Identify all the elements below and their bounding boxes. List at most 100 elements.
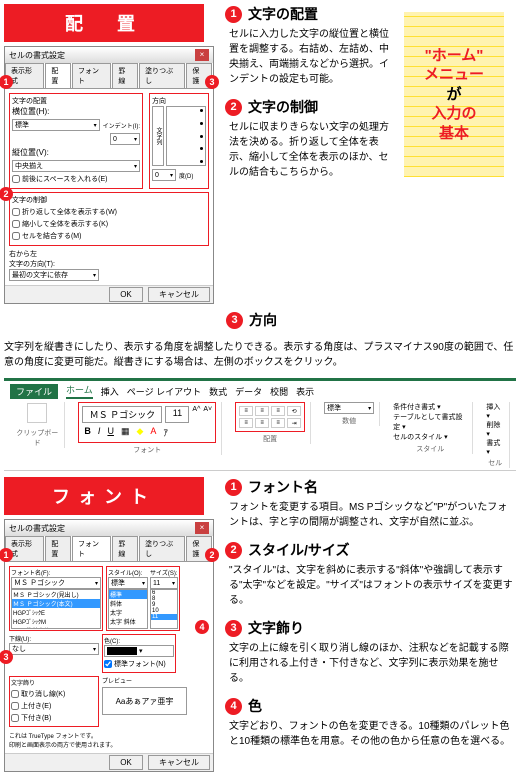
paste-icon[interactable] [27, 403, 47, 423]
degree-spin[interactable]: 0 [152, 169, 176, 181]
tab2-align[interactable]: 配置 [45, 536, 71, 561]
desc2-title: 文字の制御 [248, 97, 318, 117]
ribbon-tab-review[interactable]: 校閲 [270, 385, 288, 398]
align-right-icon[interactable]: ≡ [271, 418, 285, 428]
format-cells-dialog-alignment: 1 2 3 セルの書式設定 × 表示形式 配置 フォント 罫線 塗りつぶし 保護… [4, 46, 214, 304]
ribbon-tab-file[interactable]: ファイル [10, 384, 58, 399]
tab-border[interactable]: 罫線 [112, 63, 138, 88]
ribbon-tab-insert[interactable]: 挿入 [101, 385, 119, 398]
dialog2-title: セルの書式設定 [9, 523, 65, 534]
desc1-text: セルに入力した文字の縦位置と横位置を調整する。右詰め、左詰め、中央揃え、両端揃え… [225, 27, 395, 87]
ribbon-tab-view[interactable]: 表示 [296, 385, 314, 398]
cancel-button[interactable]: キャンセル [148, 287, 210, 302]
font-banner: フォント [4, 477, 204, 515]
number-format-combo[interactable]: 標準 [324, 402, 374, 414]
direction-label: 方向 [152, 96, 206, 106]
desc3-title: 方向 [249, 310, 277, 330]
ribbon-tab-formula[interactable]: 数式 [209, 385, 227, 398]
badge-2: 2 [225, 99, 242, 116]
fmarker-2: 2 [205, 548, 219, 562]
ribbon-align-group: ≡ ≡ ≡ ⟲ ≡ ≡ ≡ ⇥ [235, 402, 305, 432]
ribbon-tab-layout[interactable]: ページ レイアウト [127, 385, 201, 398]
highlight-box: "ホーム" メニュー が 入力の 基本 [404, 12, 504, 177]
align-mid-icon[interactable]: ≡ [255, 406, 269, 416]
insert-cell-button[interactable]: 挿入 ▾ [486, 402, 504, 420]
tab2-font[interactable]: フォント [72, 536, 111, 561]
fdesc3-text: 文字の上に線を引く取り消し線のほか、注釈などを記載する際に利用される上付き・下付… [225, 641, 516, 686]
shrink-font-icon[interactable]: A˅ [203, 406, 212, 423]
chk-distribute[interactable] [12, 175, 20, 183]
style-list[interactable]: 標準 斜体 太字 太字 斜体 [108, 589, 148, 629]
fdesc4-text: 文字どおり、フォントの色を変更できる。10種類のパレット色と10種類の標準色を用… [225, 719, 516, 749]
ok-button[interactable]: OK [109, 755, 143, 770]
align-center-icon[interactable]: ≡ [255, 418, 269, 428]
size-list[interactable]: 6 8 9 10 11 [150, 589, 178, 629]
chk-strike[interactable] [11, 690, 19, 698]
badge-1: 1 [225, 6, 242, 23]
format-cell-button[interactable]: 書式 ▾ [486, 438, 504, 456]
tab2-border[interactable]: 罫線 [112, 536, 138, 561]
marker-3: 3 [205, 75, 219, 89]
fdesc1-text: フォントを変更する項目。MS Pゴシックなど"P"がついたフォントは、字と字の間… [225, 500, 516, 530]
underline-combo[interactable]: なし [9, 643, 99, 655]
font-name-input[interactable]: ＭＳ Ｐゴシック [11, 577, 101, 589]
table-format-button[interactable]: テーブルとして書式設定 ▾ [393, 412, 467, 432]
align-left-icon[interactable]: ≡ [239, 418, 253, 428]
tab-alignment[interactable]: 配置 [45, 63, 71, 88]
align-top-icon[interactable]: ≡ [239, 406, 253, 416]
desc3-text: 文字列を縦書きにしたり、表示する角度を調整したりできる。表示する角度は、プラスマ… [4, 340, 516, 370]
excel-ribbon: ファイル ホーム 挿入 ページ レイアウト 数式 データ 校閲 表示 クリップボ… [4, 378, 516, 471]
horiz-combo[interactable]: 標準 [12, 119, 100, 131]
fdesc3-title: 文字飾り [248, 618, 304, 638]
delete-cell-button[interactable]: 削除 ▾ [486, 420, 504, 438]
vert-combo[interactable]: 中央揃え [12, 160, 140, 172]
format-cells-dialog-font: 1 2 3 4 セルの書式設定 × 表示形式 配置 フォント 罫線 塗りつぶし … [4, 519, 214, 772]
fbadge-2: 2 [225, 542, 242, 559]
cell-style-button[interactable]: セルのスタイル ▾ [393, 432, 467, 442]
horiz-label: 横位置(H): [12, 107, 49, 116]
size-input[interactable]: 11 [150, 577, 178, 589]
fbadge-3: 3 [225, 620, 242, 637]
ribbon-font-size[interactable]: 11 [165, 406, 189, 423]
fill-color-button[interactable]: ◆ [134, 426, 145, 439]
chk-merge[interactable] [12, 232, 20, 240]
phonetic-button[interactable]: ｱ [161, 426, 170, 439]
indent-spin[interactable]: 0 [110, 133, 140, 145]
rtl-combo[interactable]: 最初の文字に依存 [9, 269, 99, 281]
close-icon[interactable]: × [195, 49, 209, 61]
chk-super[interactable] [11, 702, 19, 710]
underline-button[interactable]: U [105, 426, 116, 439]
orientation-icon[interactable]: ⟲ [287, 406, 301, 416]
desc2-text: セルに収まりきらない文字の処理方法を決める。折り返して全体を表示、縮小して全体を… [225, 120, 395, 180]
ribbon-tab-home[interactable]: ホーム [66, 383, 93, 399]
indent-icon[interactable]: ⇥ [287, 418, 301, 428]
tab-fill[interactable]: 塗りつぶし [139, 63, 185, 88]
font-color-button[interactable]: A [148, 426, 158, 439]
angle-dial[interactable] [166, 106, 206, 166]
font-name-list[interactable]: ＭＳ Ｐゴシック(見出し) ＭＳ Ｐゴシック(本文) HGPｺﾞｼｯｸE HGP… [11, 589, 101, 629]
color-combo[interactable]: ▾ [104, 645, 174, 657]
border-button[interactable]: ▦ [119, 426, 132, 439]
chk-shrink[interactable] [12, 220, 20, 228]
ribbon-font-name[interactable]: ＭＳ Ｐゴシック [82, 406, 162, 423]
vert-label: 縦位置(V): [12, 148, 49, 157]
cond-format-button[interactable]: 条件付き書式 ▾ [393, 402, 467, 412]
chk-wrap[interactable] [12, 208, 20, 216]
chk-sub[interactable] [11, 714, 19, 722]
style-input[interactable]: 標準 [108, 577, 148, 589]
fmarker-4: 4 [195, 620, 209, 634]
ok-button[interactable]: OK [109, 287, 143, 302]
tab-font[interactable]: フォント [72, 63, 111, 88]
align-bot-icon[interactable]: ≡ [271, 406, 285, 416]
text-align-label: 文字の配置 [12, 96, 140, 106]
close-icon[interactable]: × [195, 522, 209, 534]
cancel-button[interactable]: キャンセル [148, 755, 210, 770]
fdesc2-title: スタイル/サイズ [248, 540, 349, 560]
ribbon-tab-data[interactable]: データ [235, 385, 262, 398]
grow-font-icon[interactable]: A^ [192, 406, 200, 423]
vertical-text-box[interactable]: 文字列 [152, 106, 164, 166]
tab2-fill[interactable]: 塗りつぶし [139, 536, 185, 561]
italic-button[interactable]: I [96, 426, 103, 439]
chk-normal-font[interactable] [104, 660, 112, 668]
bold-button[interactable]: B [82, 426, 93, 439]
